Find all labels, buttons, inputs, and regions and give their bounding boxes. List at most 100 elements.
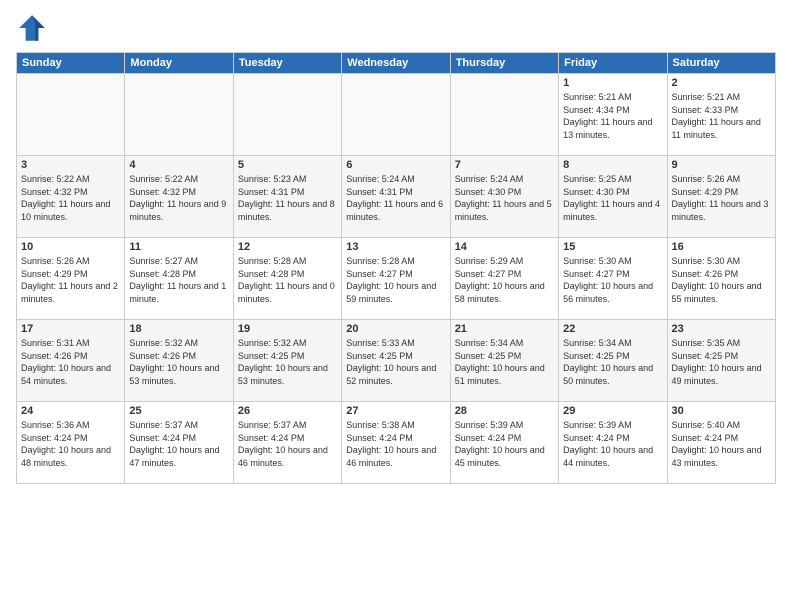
day-info: Sunrise: 5:30 AM Sunset: 4:27 PM Dayligh…	[563, 255, 662, 305]
day-info: Sunrise: 5:24 AM Sunset: 4:30 PM Dayligh…	[455, 173, 554, 223]
day-info: Sunrise: 5:34 AM Sunset: 4:25 PM Dayligh…	[455, 337, 554, 387]
day-number: 7	[455, 159, 554, 171]
logo	[16, 12, 52, 44]
calendar-cell	[17, 74, 125, 156]
calendar-cell	[125, 74, 233, 156]
day-number: 14	[455, 241, 554, 253]
day-number: 26	[238, 405, 337, 417]
calendar-week-5: 24 Sunrise: 5:36 AM Sunset: 4:24 PM Dayli…	[17, 402, 776, 484]
calendar-cell: 28Sunrise: 5:39 AM Sunset: 4:24 PM Dayli…	[450, 402, 558, 484]
day-number: 23	[672, 323, 771, 335]
calendar-cell: 30 Sunrise: 5:40 AM Sunset: 4:24 PM Dayli…	[667, 402, 775, 484]
day-info: Sunrise: 5:30 AM Sunset: 4:26 PM Dayligh…	[672, 255, 771, 305]
calendar: SundayMondayTuesdayWednesdayThursdayFrid…	[16, 52, 776, 484]
calendar-cell	[450, 74, 558, 156]
calendar-cell: 26 Sunrise: 5:37 AM Sunset: 4:24 PM Dayli…	[233, 402, 341, 484]
day-number: 4	[129, 159, 228, 171]
calendar-week-3: 10 Sunrise: 5:26 AM Sunset: 4:29 PM Dayli…	[17, 238, 776, 320]
day-number: 5	[238, 159, 337, 171]
calendar-cell: 21 Sunrise: 5:34 AM Sunset: 4:25 PM Dayli…	[450, 320, 558, 402]
calendar-cell: 10 Sunrise: 5:26 AM Sunset: 4:29 PM Dayli…	[17, 238, 125, 320]
day-info: Sunrise: 5:32 AM Sunset: 4:26 PM Dayligh…	[129, 337, 228, 387]
day-of-week-saturday: Saturday	[667, 53, 775, 74]
calendar-cell: 2 Sunrise: 5:21 AM Sunset: 4:33 PM Daylig…	[667, 74, 775, 156]
calendar-week-1: 1Sunrise: 5:21 AM Sunset: 4:34 PM Daylig…	[17, 74, 776, 156]
day-info: Sunrise: 5:39 AM Sunset: 4:24 PM Dayligh…	[563, 419, 662, 469]
day-number: 17	[21, 323, 120, 335]
calendar-cell: 24 Sunrise: 5:36 AM Sunset: 4:24 PM Dayli…	[17, 402, 125, 484]
calendar-cell: 12 Sunrise: 5:28 AM Sunset: 4:28 PM Dayli…	[233, 238, 341, 320]
calendar-cell: 7 Sunrise: 5:24 AM Sunset: 4:30 PM Daylig…	[450, 156, 558, 238]
day-info: Sunrise: 5:25 AM Sunset: 4:30 PM Dayligh…	[563, 173, 662, 223]
day-number: 15	[563, 241, 662, 253]
day-number: 13	[346, 241, 445, 253]
day-info: Sunrise: 5:29 AM Sunset: 4:27 PM Dayligh…	[455, 255, 554, 305]
day-number: 30	[672, 405, 771, 417]
day-of-week-tuesday: Tuesday	[233, 53, 341, 74]
day-info: Sunrise: 5:38 AM Sunset: 4:24 PM Dayligh…	[346, 419, 445, 469]
day-number: 12	[238, 241, 337, 253]
day-info: Sunrise: 5:26 AM Sunset: 4:29 PM Dayligh…	[21, 255, 120, 305]
page: SundayMondayTuesdayWednesdayThursdayFrid…	[0, 0, 792, 612]
calendar-cell: 4 Sunrise: 5:22 AM Sunset: 4:32 PM Daylig…	[125, 156, 233, 238]
day-info: Sunrise: 5:34 AM Sunset: 4:25 PM Dayligh…	[563, 337, 662, 387]
day-number: 10	[21, 241, 120, 253]
day-info: Sunrise: 5:37 AM Sunset: 4:24 PM Dayligh…	[238, 419, 337, 469]
day-info: Sunrise: 5:22 AM Sunset: 4:32 PM Dayligh…	[21, 173, 120, 223]
day-number: 2	[672, 77, 771, 89]
day-of-week-thursday: Thursday	[450, 53, 558, 74]
day-of-week-wednesday: Wednesday	[342, 53, 450, 74]
calendar-cell: 9 Sunrise: 5:26 AM Sunset: 4:29 PM Daylig…	[667, 156, 775, 238]
header	[16, 12, 776, 44]
day-number: 22	[563, 323, 662, 335]
day-info: Sunrise: 5:32 AM Sunset: 4:25 PM Dayligh…	[238, 337, 337, 387]
calendar-cell: 5 Sunrise: 5:23 AM Sunset: 4:31 PM Daylig…	[233, 156, 341, 238]
day-info: Sunrise: 5:27 AM Sunset: 4:28 PM Dayligh…	[129, 255, 228, 305]
day-info: Sunrise: 5:22 AM Sunset: 4:32 PM Dayligh…	[129, 173, 228, 223]
day-number: 18	[129, 323, 228, 335]
day-info: Sunrise: 5:31 AM Sunset: 4:26 PM Dayligh…	[21, 337, 120, 387]
day-info: Sunrise: 5:23 AM Sunset: 4:31 PM Dayligh…	[238, 173, 337, 223]
calendar-cell: 3Sunrise: 5:22 AM Sunset: 4:32 PM Daylig…	[17, 156, 125, 238]
day-info: Sunrise: 5:28 AM Sunset: 4:28 PM Dayligh…	[238, 255, 337, 305]
day-info: Sunrise: 5:21 AM Sunset: 4:33 PM Dayligh…	[672, 91, 771, 141]
day-number: 8	[563, 159, 662, 171]
day-number: 11	[129, 241, 228, 253]
calendar-cell: 23 Sunrise: 5:35 AM Sunset: 4:25 PM Dayli…	[667, 320, 775, 402]
day-number: 9	[672, 159, 771, 171]
day-of-week-monday: Monday	[125, 53, 233, 74]
calendar-cell: 16 Sunrise: 5:30 AM Sunset: 4:26 PM Dayli…	[667, 238, 775, 320]
day-info: Sunrise: 5:35 AM Sunset: 4:25 PM Dayligh…	[672, 337, 771, 387]
calendar-cell: 22 Sunrise: 5:34 AM Sunset: 4:25 PM Dayli…	[559, 320, 667, 402]
calendar-cell: 8 Sunrise: 5:25 AM Sunset: 4:30 PM Daylig…	[559, 156, 667, 238]
day-info: Sunrise: 5:24 AM Sunset: 4:31 PM Dayligh…	[346, 173, 445, 223]
day-info: Sunrise: 5:39 AM Sunset: 4:24 PM Dayligh…	[455, 419, 554, 469]
calendar-cell	[233, 74, 341, 156]
day-number: 24	[21, 405, 120, 417]
calendar-cell: 27 Sunrise: 5:38 AM Sunset: 4:24 PM Dayli…	[342, 402, 450, 484]
day-number: 29	[563, 405, 662, 417]
day-of-week-sunday: Sunday	[17, 53, 125, 74]
calendar-cell: 13Sunrise: 5:28 AM Sunset: 4:27 PM Dayli…	[342, 238, 450, 320]
day-info: Sunrise: 5:37 AM Sunset: 4:24 PM Dayligh…	[129, 419, 228, 469]
calendar-cell: 20Sunrise: 5:33 AM Sunset: 4:25 PM Dayli…	[342, 320, 450, 402]
calendar-cell: 14 Sunrise: 5:29 AM Sunset: 4:27 PM Dayli…	[450, 238, 558, 320]
calendar-cell: 6 Sunrise: 5:24 AM Sunset: 4:31 PM Daylig…	[342, 156, 450, 238]
calendar-week-2: 3Sunrise: 5:22 AM Sunset: 4:32 PM Daylig…	[17, 156, 776, 238]
day-number: 16	[672, 241, 771, 253]
day-info: Sunrise: 5:26 AM Sunset: 4:29 PM Dayligh…	[672, 173, 771, 223]
calendar-week-4: 17 Sunrise: 5:31 AM Sunset: 4:26 PM Dayli…	[17, 320, 776, 402]
day-number: 19	[238, 323, 337, 335]
calendar-header-row: SundayMondayTuesdayWednesdayThursdayFrid…	[17, 53, 776, 74]
calendar-cell: 15 Sunrise: 5:30 AM Sunset: 4:27 PM Dayli…	[559, 238, 667, 320]
day-info: Sunrise: 5:36 AM Sunset: 4:24 PM Dayligh…	[21, 419, 120, 469]
day-number: 20	[346, 323, 445, 335]
calendar-cell: 18 Sunrise: 5:32 AM Sunset: 4:26 PM Dayli…	[125, 320, 233, 402]
day-number: 1	[563, 77, 662, 89]
day-number: 27	[346, 405, 445, 417]
calendar-cell: 17 Sunrise: 5:31 AM Sunset: 4:26 PM Dayli…	[17, 320, 125, 402]
day-info: Sunrise: 5:40 AM Sunset: 4:24 PM Dayligh…	[672, 419, 771, 469]
day-number: 6	[346, 159, 445, 171]
day-number: 21	[455, 323, 554, 335]
calendar-cell: 1Sunrise: 5:21 AM Sunset: 4:34 PM Daylig…	[559, 74, 667, 156]
